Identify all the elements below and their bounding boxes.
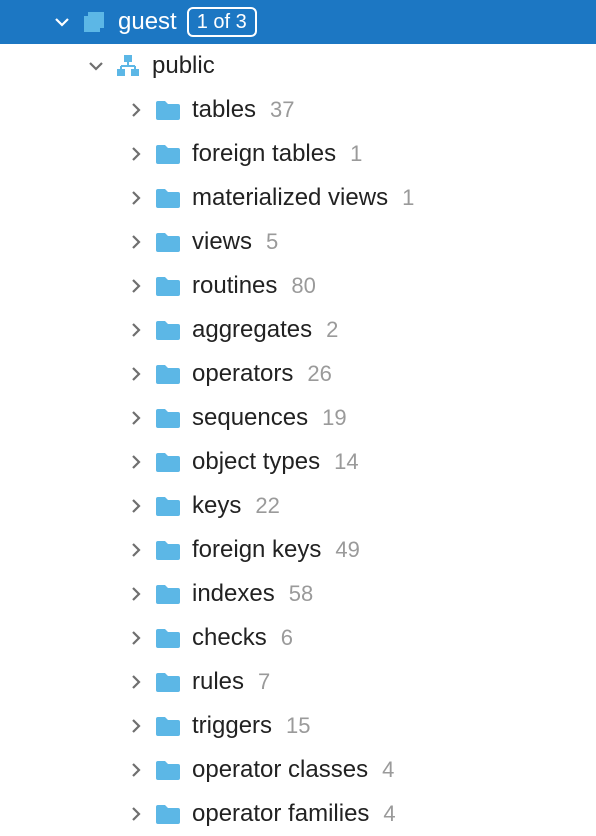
tree-folder-row[interactable]: keys 22 xyxy=(0,484,596,528)
tree-folder-row[interactable]: sequences 19 xyxy=(0,396,596,440)
database-icon xyxy=(80,8,108,36)
folder-icon xyxy=(154,404,182,432)
folder-label: tables xyxy=(192,96,256,124)
folder-count: 80 xyxy=(291,273,315,299)
chevron-right-icon[interactable] xyxy=(126,234,146,250)
schema-icon xyxy=(114,52,142,80)
folder-icon xyxy=(154,712,182,740)
folder-label: operator classes xyxy=(192,756,368,784)
folder-label: materialized views xyxy=(192,184,388,212)
tree-folder-row[interactable]: views 5 xyxy=(0,220,596,264)
tree-folder-row[interactable]: triggers 15 xyxy=(0,704,596,748)
folder-count: 1 xyxy=(402,185,414,211)
folder-icon xyxy=(154,360,182,388)
chevron-right-icon[interactable] xyxy=(126,586,146,602)
chevron-right-icon[interactable] xyxy=(126,806,146,822)
folder-count: 58 xyxy=(289,581,313,607)
folder-icon xyxy=(154,492,182,520)
tree-folder-row[interactable]: operator classes 4 xyxy=(0,748,596,792)
folder-label: views xyxy=(192,228,252,256)
folder-count: 6 xyxy=(281,625,293,651)
folder-label: operators xyxy=(192,360,293,388)
folder-label: indexes xyxy=(192,580,275,608)
chevron-right-icon[interactable] xyxy=(126,278,146,294)
tree-folder-row[interactable]: object types 14 xyxy=(0,440,596,484)
folder-count: 14 xyxy=(334,449,358,475)
chevron-right-icon[interactable] xyxy=(126,630,146,646)
folder-icon xyxy=(154,580,182,608)
folder-icon xyxy=(154,448,182,476)
tree-folder-row[interactable]: checks 6 xyxy=(0,616,596,660)
tree-folder-row[interactable]: aggregates 2 xyxy=(0,308,596,352)
chevron-right-icon[interactable] xyxy=(126,762,146,778)
schema-count-badge: 1 of 3 xyxy=(187,7,257,37)
folder-label: object types xyxy=(192,448,320,476)
folder-count: 7 xyxy=(258,669,270,695)
folder-count: 1 xyxy=(350,141,362,167)
tree-folder-row[interactable]: operator families 4 xyxy=(0,792,596,836)
chevron-right-icon[interactable] xyxy=(126,366,146,382)
folder-label: sequences xyxy=(192,404,308,432)
folder-count: 5 xyxy=(266,229,278,255)
tree-folder-row[interactable]: operators 26 xyxy=(0,352,596,396)
folder-count: 19 xyxy=(322,405,346,431)
folder-icon xyxy=(154,756,182,784)
tree-root-row[interactable]: guest 1 of 3 xyxy=(0,0,596,44)
chevron-right-icon[interactable] xyxy=(126,410,146,426)
schema-label: public xyxy=(152,52,215,80)
folder-count: 49 xyxy=(335,537,359,563)
folder-label: rules xyxy=(192,668,244,696)
tree-folder-row[interactable]: routines 80 xyxy=(0,264,596,308)
folder-icon xyxy=(154,272,182,300)
chevron-right-icon[interactable] xyxy=(126,718,146,734)
folder-label: foreign keys xyxy=(192,536,321,564)
folder-icon xyxy=(154,668,182,696)
database-label: guest xyxy=(118,8,177,36)
tree-folder-row[interactable]: rules 7 xyxy=(0,660,596,704)
folder-count: 26 xyxy=(307,361,331,387)
chevron-right-icon[interactable] xyxy=(126,322,146,338)
folder-icon xyxy=(154,800,182,828)
chevron-down-icon[interactable] xyxy=(86,58,106,74)
folder-label: keys xyxy=(192,492,241,520)
chevron-right-icon[interactable] xyxy=(126,542,146,558)
folder-count: 4 xyxy=(383,801,395,827)
tree-folder-row[interactable]: materialized views 1 xyxy=(0,176,596,220)
tree-schema-row[interactable]: public xyxy=(0,44,596,88)
folder-count: 4 xyxy=(382,757,394,783)
folder-label: foreign tables xyxy=(192,140,336,168)
chevron-right-icon[interactable] xyxy=(126,190,146,206)
folder-label: aggregates xyxy=(192,316,312,344)
folder-label: checks xyxy=(192,624,267,652)
chevron-right-icon[interactable] xyxy=(126,146,146,162)
folder-count: 22 xyxy=(255,493,279,519)
chevron-right-icon[interactable] xyxy=(126,498,146,514)
tree-folder-row[interactable]: foreign keys 49 xyxy=(0,528,596,572)
folder-icon xyxy=(154,624,182,652)
tree-folder-row[interactable]: indexes 58 xyxy=(0,572,596,616)
folder-label: triggers xyxy=(192,712,272,740)
folder-icon xyxy=(154,140,182,168)
chevron-right-icon[interactable] xyxy=(126,454,146,470)
folder-label: operator families xyxy=(192,800,369,828)
folder-icon xyxy=(154,96,182,124)
folder-icon xyxy=(154,228,182,256)
chevron-right-icon[interactable] xyxy=(126,102,146,118)
folder-count: 15 xyxy=(286,713,310,739)
folder-label: routines xyxy=(192,272,277,300)
tree-folder-row[interactable]: foreign tables 1 xyxy=(0,132,596,176)
folder-icon xyxy=(154,536,182,564)
folder-count: 2 xyxy=(326,317,338,343)
tree-folder-row[interactable]: tables 37 xyxy=(0,88,596,132)
folder-icon xyxy=(154,316,182,344)
folder-icon xyxy=(154,184,182,212)
chevron-right-icon[interactable] xyxy=(126,674,146,690)
folder-count: 37 xyxy=(270,97,294,123)
chevron-down-icon[interactable] xyxy=(52,14,72,30)
